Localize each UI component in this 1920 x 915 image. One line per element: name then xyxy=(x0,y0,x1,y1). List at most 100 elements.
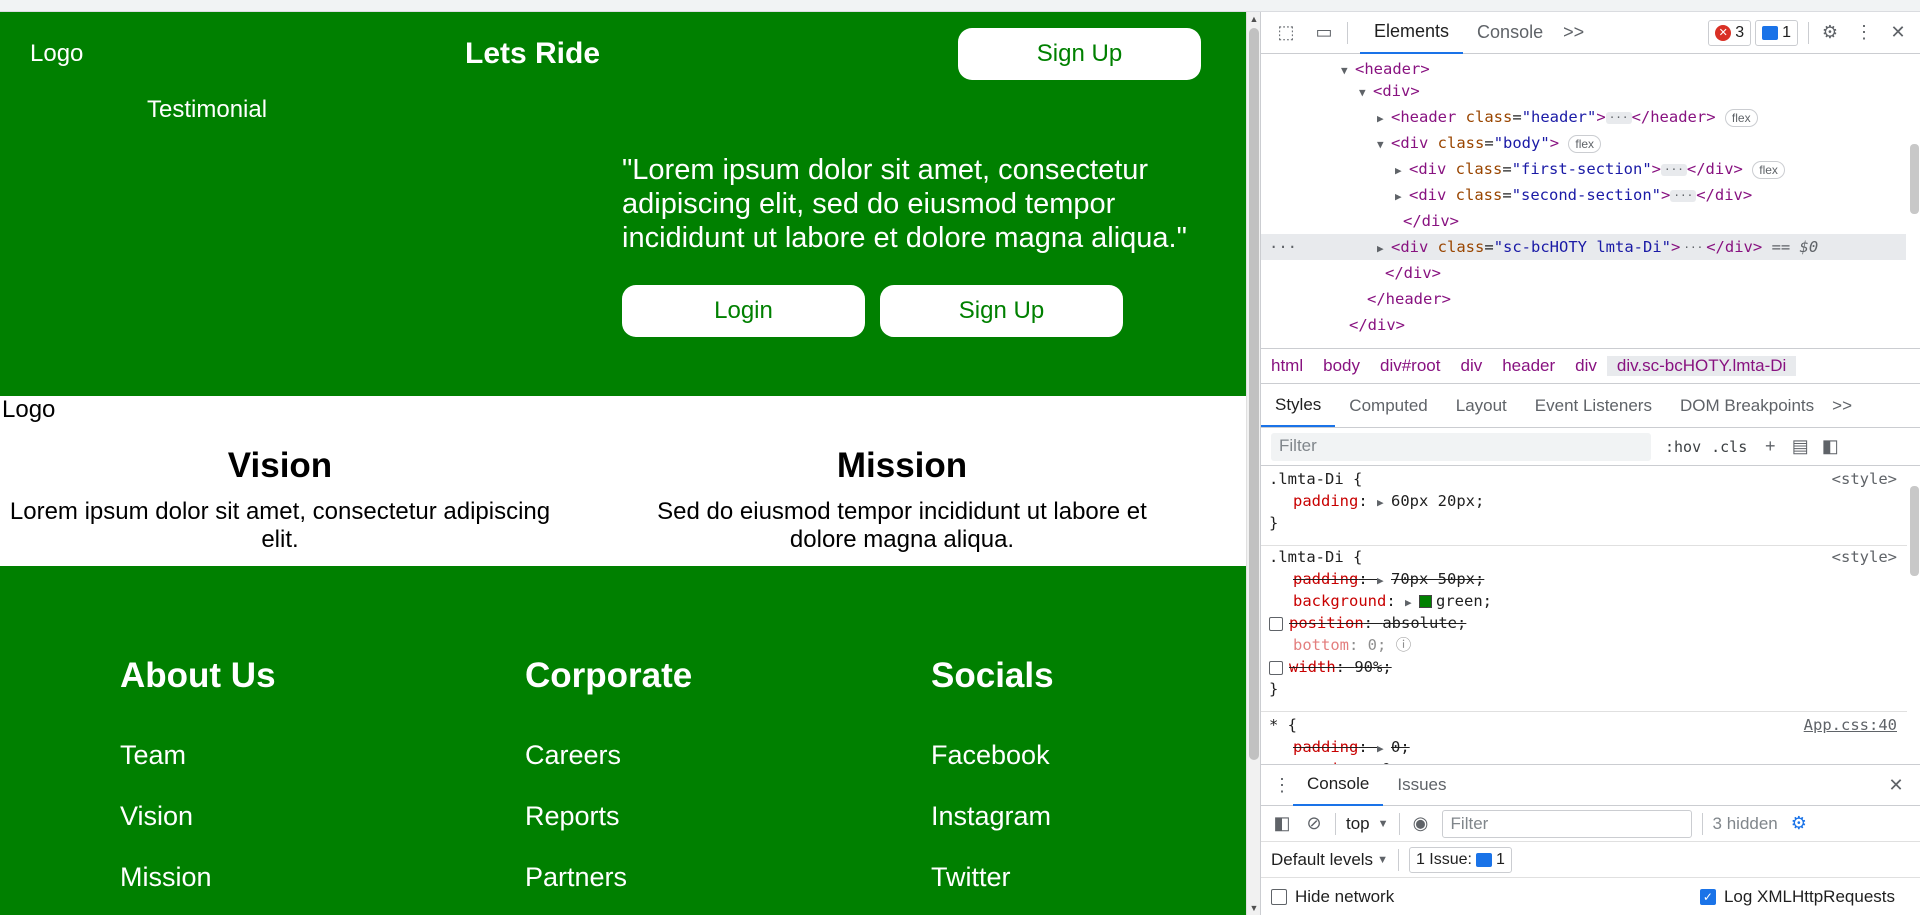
collapse-triangle-icon[interactable]: ▶ xyxy=(1377,106,1391,132)
subtab-dom-breakpoints[interactable]: DOM Breakpoints xyxy=(1666,385,1828,427)
cls-toggle[interactable]: .cls xyxy=(1711,438,1747,456)
signup-top-button[interactable]: Sign Up xyxy=(958,28,1201,80)
add-rule-icon[interactable]: + xyxy=(1759,436,1781,458)
drawer-tab-console[interactable]: Console xyxy=(1293,764,1384,806)
gear-icon[interactable]: ⚙ xyxy=(1819,22,1841,44)
css-property[interactable]: padding xyxy=(1293,738,1358,756)
collapse-triangle-icon[interactable]: ▶ xyxy=(1395,158,1409,184)
footer-link-reports[interactable]: Reports xyxy=(525,801,692,832)
styles-filter-input[interactable]: Filter xyxy=(1271,432,1651,461)
breadcrumb-html[interactable]: html xyxy=(1261,356,1313,376)
css-value[interactable]: 90%; xyxy=(1354,658,1391,676)
console-filter-input[interactable]: Filter xyxy=(1441,809,1692,838)
css-value[interactable]: absolute; xyxy=(1382,614,1466,632)
rule-source[interactable]: App.css:40 xyxy=(1804,714,1897,736)
property-checkbox[interactable] xyxy=(1269,660,1283,675)
expand-triangle-icon[interactable]: ▶ xyxy=(1377,738,1391,760)
kebab-menu-icon[interactable]: ⋮ xyxy=(1853,22,1875,44)
breadcrumb-body[interactable]: body xyxy=(1313,356,1370,376)
expand-triangle-icon[interactable]: ▼ xyxy=(1359,80,1373,106)
rule-selector[interactable]: .lmta-Di { xyxy=(1269,548,1362,566)
rule-selector[interactable]: * { xyxy=(1269,716,1297,734)
collapse-triangle-icon[interactable]: ▶ xyxy=(1377,236,1391,262)
page-scrollbar-thumb[interactable] xyxy=(1249,28,1259,760)
footer-link-twitter[interactable]: Twitter xyxy=(931,862,1054,893)
scroll-down-arrow-icon[interactable]: ▼ xyxy=(1247,901,1261,915)
drawer-menu-icon[interactable]: ⋮ xyxy=(1271,774,1293,796)
dom-node-body[interactable]: ▼ <div class="body"> flex xyxy=(1377,130,1602,158)
css-property[interactable]: position xyxy=(1289,614,1364,632)
login-button[interactable]: Login xyxy=(622,285,865,337)
dom-node-header-class[interactable]: ▶ <header class="header"> ··· </header> fle… xyxy=(1377,104,1758,130)
footer-link-facebook[interactable]: Facebook xyxy=(931,740,1054,771)
ellipsis-icon[interactable]: ··· xyxy=(1661,163,1687,176)
css-value[interactable]: 60px 20px; xyxy=(1391,492,1484,510)
dom-node-first-section[interactable]: ▶ <div class="first-section"> ··· </div> fl… xyxy=(1395,156,1785,182)
dom-node-close-div[interactable]: </div> xyxy=(1403,208,1459,234)
color-swatch[interactable] xyxy=(1419,595,1432,608)
footer-link-careers[interactable]: Careers xyxy=(525,740,692,771)
styles-scrollbar[interactable] xyxy=(1907,466,1920,764)
css-value[interactable]: 0; xyxy=(1391,738,1410,756)
css-property[interactable]: padding xyxy=(1293,570,1358,588)
inspect-element-icon[interactable]: ⬚ xyxy=(1275,22,1297,44)
info-icon[interactable]: ⓘ xyxy=(1396,636,1412,654)
message-count-badge[interactable]: 1 xyxy=(1755,19,1798,46)
expand-triangle-icon[interactable]: ▶ xyxy=(1377,492,1391,514)
paint-icon[interactable]: ▤ xyxy=(1789,436,1811,458)
dom-node-close-div[interactable]: </div> xyxy=(1385,260,1441,286)
chevron-down-icon[interactable]: ▼ xyxy=(1378,818,1389,830)
chevron-down-icon[interactable]: ▼ xyxy=(1377,854,1388,866)
ellipsis-icon[interactable]: ··· xyxy=(1670,189,1697,202)
css-property[interactable]: bottom xyxy=(1293,636,1349,654)
ellipsis-icon[interactable]: ··· xyxy=(1605,111,1632,124)
subtab-layout[interactable]: Layout xyxy=(1442,385,1521,427)
dom-node-second-section[interactable]: ▶ <div class="second-section"> ··· </div> xyxy=(1395,182,1752,208)
expand-triangle-icon[interactable]: ▼ xyxy=(1377,132,1391,158)
footer-link-mission[interactable]: Mission xyxy=(120,862,276,893)
sidebar-toggle-icon[interactable]: ◧ xyxy=(1819,436,1841,458)
console-sidebar-icon[interactable]: ◧ xyxy=(1271,813,1293,835)
dom-tree-scrollbar[interactable] xyxy=(1907,54,1920,348)
breadcrumb-div[interactable]: div xyxy=(1565,356,1607,376)
footer-link-vision[interactable]: Vision xyxy=(120,801,276,832)
tab-elements[interactable]: Elements xyxy=(1360,12,1464,54)
ellipsis-icon[interactable]: ··· xyxy=(1680,241,1707,254)
footer-link-partners[interactable]: Partners xyxy=(525,862,692,893)
breadcrumb-root[interactable]: div#root xyxy=(1370,356,1450,376)
dom-node-div[interactable]: ▼ <div> xyxy=(1359,78,1420,104)
css-property[interactable]: padding xyxy=(1293,492,1358,510)
close-icon[interactable]: ✕ xyxy=(1887,22,1909,44)
property-checkbox[interactable] xyxy=(1269,616,1283,631)
css-value[interactable]: 0; xyxy=(1368,636,1387,654)
error-count-badge[interactable]: ✕ 3 xyxy=(1708,19,1752,46)
tab-console[interactable]: Console xyxy=(1463,12,1557,54)
dom-node-close-header[interactable]: </header> xyxy=(1367,286,1451,312)
page-scrollbar[interactable]: ▲ ▼ xyxy=(1246,12,1260,915)
hov-toggle[interactable]: :hov xyxy=(1665,438,1701,456)
log-xhr-checkbox[interactable]: ✓ xyxy=(1699,888,1716,905)
flex-badge[interactable]: flex xyxy=(1568,134,1602,153)
device-toolbar-icon[interactable]: ▭ xyxy=(1313,22,1335,44)
drawer-close-icon[interactable]: ✕ xyxy=(1885,774,1907,796)
styles-scrollbar-thumb[interactable] xyxy=(1910,486,1919,576)
expand-triangle-icon[interactable]: ▶ xyxy=(1405,592,1419,614)
dom-node-selected[interactable]: ··· ▶ <div class="sc-bcHOTY lmta-Di"> ··· </… xyxy=(1261,234,1906,260)
expand-triangle-icon[interactable]: ▶ xyxy=(1377,570,1391,592)
eye-icon[interactable]: ◉ xyxy=(1410,813,1432,835)
more-tabs-icon[interactable]: >> xyxy=(1557,12,1590,54)
breadcrumb-header[interactable]: header xyxy=(1492,356,1565,376)
issues-button[interactable]: 1 Issue: 1 xyxy=(1408,846,1512,873)
breadcrumb-selected[interactable]: div.sc-bcHOTY.lmta-Di xyxy=(1606,356,1797,376)
flex-badge[interactable]: flex xyxy=(1752,160,1785,179)
expand-triangle-icon[interactable]: ▼ xyxy=(1341,58,1355,84)
flex-badge[interactable]: flex xyxy=(1724,108,1758,127)
subtab-event-listeners[interactable]: Event Listeners xyxy=(1521,385,1666,427)
rule-selector[interactable]: .lmta-Di { xyxy=(1269,470,1362,488)
log-levels-dropdown[interactable]: Default levels xyxy=(1271,850,1373,870)
css-value[interactable]: green; xyxy=(1436,592,1492,610)
footer-link-instagram[interactable]: Instagram xyxy=(931,801,1054,832)
scroll-up-arrow-icon[interactable]: ▲ xyxy=(1247,12,1261,26)
rule-source[interactable]: <style> xyxy=(1832,468,1897,490)
dom-tree-scrollbar-thumb[interactable] xyxy=(1910,144,1919,214)
